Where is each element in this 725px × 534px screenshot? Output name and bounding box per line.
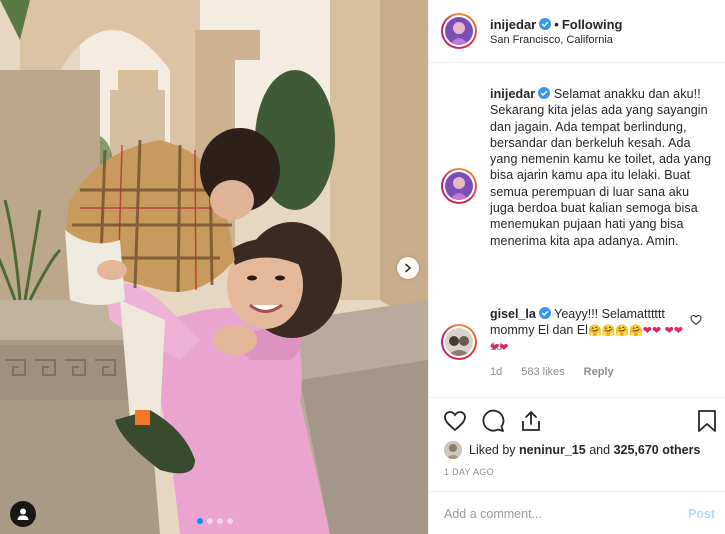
comment-meta: 1d 583 likes Reply <box>490 366 614 378</box>
verified-badge-icon <box>539 18 552 30</box>
caption-username[interactable]: inijedar <box>490 87 535 101</box>
author-line: inijedar • Following <box>490 17 622 32</box>
chevron-right-icon <box>405 263 412 273</box>
likes-prefix: Liked by <box>469 443 516 457</box>
instagram-post-modal: inijedar • Following San Francisco, Califo… <box>0 0 725 534</box>
likes-connector: and <box>589 443 611 457</box>
carousel-dot-active <box>197 518 203 524</box>
verified-badge-icon <box>538 307 551 319</box>
carousel-dot <box>227 518 233 524</box>
likes-others-count[interactable]: 325,670 others <box>614 443 701 457</box>
caption-body: Selamat anakku dan aku!! Sekarang kita j… <box>490 87 712 248</box>
post-header: inijedar • Following San Francisco, Califo… <box>429 0 725 63</box>
action-icons <box>443 409 543 433</box>
heart-outline-icon[interactable] <box>443 409 467 433</box>
post-timestamp[interactable]: 1 DAY AGO <box>444 467 494 477</box>
author-username[interactable]: inijedar <box>490 17 536 32</box>
avatar-image <box>445 172 473 200</box>
caption-author-avatar[interactable] <box>441 168 477 204</box>
likes-text: Liked by neninur_15 and 325,670 others <box>469 443 700 457</box>
liker-avatar[interactable] <box>444 441 462 459</box>
follow-separator: • <box>554 17 559 32</box>
avatar-image <box>444 441 462 459</box>
post-actions: Liked by neninur_15 and 325,670 others 1… <box>429 397 725 490</box>
avatar-image <box>445 328 473 356</box>
bookmark-icon[interactable] <box>696 409 718 433</box>
following-button[interactable]: Following <box>562 17 623 32</box>
comment-username[interactable]: gisel_la <box>490 307 536 321</box>
comment-text: gisel_la Yeayy!!! Selamatttttt mommy El … <box>490 306 690 356</box>
comment-input[interactable] <box>444 504 664 524</box>
share-icon[interactable] <box>519 409 543 433</box>
speech-bubble-icon[interactable] <box>481 409 505 433</box>
user-tags-button[interactable] <box>10 501 36 527</box>
post-photo[interactable] <box>0 0 428 534</box>
avatar-image <box>445 17 473 45</box>
comment-likes[interactable]: 583 likes <box>521 366 564 378</box>
comment-timestamp[interactable]: 1d <box>490 366 502 378</box>
photo-scene <box>0 0 428 534</box>
liker-username[interactable]: neninur_15 <box>519 443 586 457</box>
carousel-indicator <box>197 518 233 524</box>
carousel-dot <box>217 518 223 524</box>
likes-summary: Liked by neninur_15 and 325,670 others <box>444 441 700 459</box>
post-comment-button[interactable]: Post <box>688 507 715 521</box>
verified-badge-icon <box>538 87 551 99</box>
heart-small-icon[interactable] <box>690 314 702 326</box>
reply-button[interactable]: Reply <box>584 366 614 378</box>
carousel-dot <box>207 518 213 524</box>
post-details-pane: inijedar • Following San Francisco, Califo… <box>428 0 725 534</box>
user-icon <box>17 508 29 520</box>
caption-text: inijedar Selamat anakku dan aku!! Sekara… <box>490 86 712 249</box>
post-location[interactable]: San Francisco, California <box>490 34 613 46</box>
author-avatar[interactable] <box>441 13 477 49</box>
carousel-next-button[interactable] <box>397 257 419 279</box>
commenter-avatar[interactable] <box>441 324 477 360</box>
add-comment-section: Post <box>429 491 725 534</box>
